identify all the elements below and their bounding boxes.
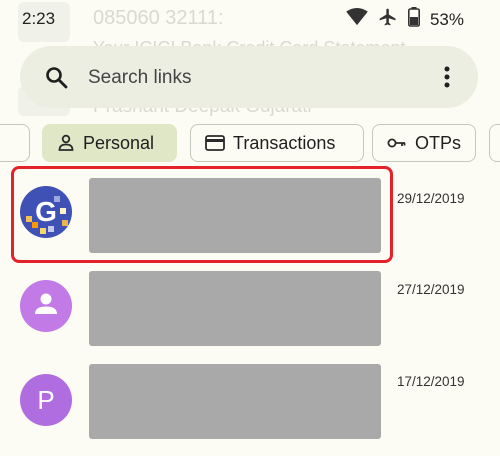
wifi-icon — [346, 8, 368, 31]
battery-icon — [407, 7, 420, 32]
search-input[interactable] — [86, 62, 410, 94]
person-icon — [31, 289, 61, 324]
more-options-icon[interactable] — [444, 66, 450, 93]
card-icon — [205, 135, 225, 151]
message-date: 27/12/2019 — [397, 282, 465, 297]
avatar-letter: P — [37, 384, 55, 415]
key-icon — [387, 137, 407, 149]
status-time: 2:23 — [22, 9, 56, 28]
chip-partial-left[interactable] — [0, 124, 30, 162]
search-bar[interactable] — [20, 46, 478, 108]
chip-label: Personal — [83, 132, 155, 153]
avatar — [20, 280, 72, 332]
chip-otps[interactable]: OTPs — [372, 124, 476, 162]
airplane-icon — [378, 7, 398, 32]
avatar: P — [20, 374, 72, 426]
message-date: 29/12/2019 — [397, 191, 465, 206]
chip-transactions[interactable]: Transactions — [190, 124, 364, 162]
redacted-message-preview — [89, 271, 381, 346]
search-icon[interactable] — [44, 65, 68, 94]
redacted-message-preview — [89, 178, 381, 253]
list-item[interactable]: P 17/12/2019 — [0, 364, 500, 456]
filter-chips: Personal Transactions OTPs — [0, 124, 500, 164]
person-icon — [57, 134, 75, 152]
avatar-letter: G — [35, 196, 57, 227]
status-bar: 2:23 53% — [0, 0, 500, 36]
list-item[interactable]: G 29/12/2019 — [0, 170, 500, 262]
list-item[interactable]: 27/12/2019 — [0, 270, 500, 362]
chip-personal[interactable]: Personal — [42, 124, 177, 162]
status-icons: 53% — [346, 7, 464, 32]
avatar-logo: G — [20, 186, 72, 238]
chip-partial-right[interactable] — [489, 124, 500, 162]
message-date: 17/12/2019 — [397, 374, 465, 389]
chip-label: OTPs — [415, 132, 462, 153]
battery-percent: 53% — [429, 9, 464, 29]
redacted-message-preview — [89, 364, 381, 439]
chip-label: Transactions — [233, 132, 336, 153]
